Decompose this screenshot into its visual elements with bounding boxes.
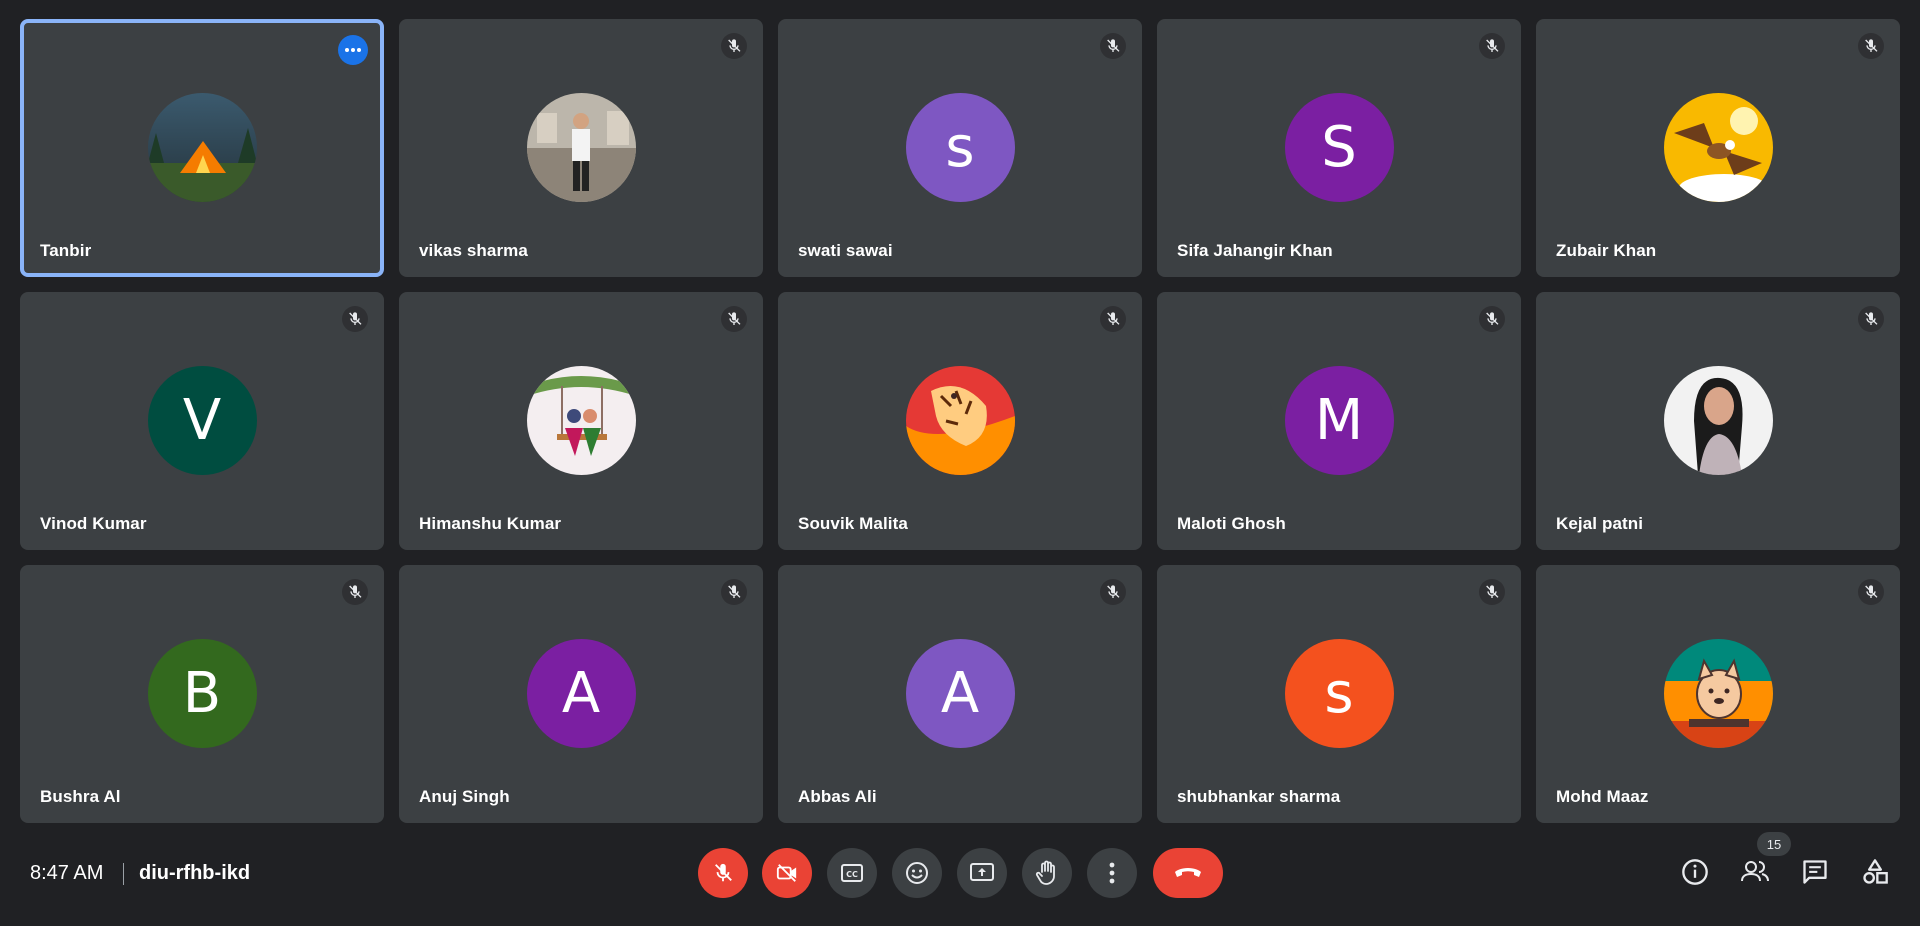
- participant-tile[interactable]: M Maloti Ghosh: [1157, 292, 1521, 550]
- participant-tile[interactable]: A Anuj Singh: [399, 565, 763, 823]
- muted-mic-icon: [1479, 306, 1505, 332]
- muted-mic-icon: [1100, 579, 1126, 605]
- muted-mic-icon: [1858, 33, 1884, 59]
- divider: [123, 863, 124, 885]
- muted-mic-icon: [721, 306, 747, 332]
- avatar: B: [147, 639, 257, 748]
- participant-name: Souvik Malita: [798, 514, 908, 533]
- people-button[interactable]: [1737, 854, 1773, 890]
- avatar-initial: S: [1321, 115, 1357, 180]
- people-icon: [1741, 861, 1769, 882]
- mic-toggle-button[interactable]: [698, 848, 748, 898]
- clock: 8:47 AM: [30, 862, 104, 884]
- participant-tile[interactable]: S Sifa Jahangir Khan: [1157, 19, 1521, 277]
- avatar-initial: s: [945, 115, 975, 180]
- chat-button[interactable]: [1797, 854, 1833, 890]
- muted-mic-icon: [721, 579, 747, 605]
- muted-mic-icon: [1100, 33, 1126, 59]
- avatar: M: [1284, 366, 1394, 475]
- camera-toggle-button[interactable]: [762, 848, 812, 898]
- chat-icon: [1803, 860, 1827, 884]
- avatar: s: [905, 93, 1015, 202]
- avatar: A: [526, 639, 636, 748]
- more-vert-icon: [1109, 862, 1115, 884]
- muted-mic-icon: [342, 306, 368, 332]
- muted-mic-icon: [1479, 33, 1505, 59]
- avatar: S: [1284, 93, 1394, 202]
- muted-mic-icon: [1858, 306, 1884, 332]
- participant-name: Mohd Maaz: [1556, 787, 1649, 806]
- participant-tile[interactable]: Himanshu Kumar: [399, 292, 763, 550]
- more-options-button[interactable]: [338, 35, 368, 65]
- svg-text:CC: CC: [846, 870, 858, 879]
- participant-name: Himanshu Kumar: [419, 514, 562, 533]
- meeting-code: diu-rfhb-ikd: [139, 862, 251, 884]
- participant-tile[interactable]: Kejal patni: [1536, 292, 1900, 550]
- hand-icon: [1035, 860, 1055, 885]
- participant-tile[interactable]: A Abbas Ali: [778, 565, 1142, 823]
- avatar: s: [1284, 639, 1394, 748]
- hang-up-icon: [1175, 868, 1201, 877]
- participant-name: Maloti Ghosh: [1177, 514, 1286, 533]
- avatar: V: [147, 366, 257, 475]
- participant-tile[interactable]: Zubair Khan: [1536, 19, 1900, 277]
- muted-mic-icon: [342, 579, 368, 605]
- avatar: [1663, 366, 1773, 475]
- avatar: [1663, 93, 1773, 202]
- avatar: [526, 366, 636, 475]
- participant-name: Anuj Singh: [419, 787, 510, 806]
- muted-mic-icon: [721, 33, 747, 59]
- muted-mic-icon: [1479, 579, 1505, 605]
- participant-name: Kejal patni: [1556, 514, 1644, 533]
- participant-name: Bushra Al: [40, 787, 121, 806]
- info-icon: [1682, 859, 1708, 885]
- activities-button[interactable]: [1857, 854, 1893, 890]
- participant-tile[interactable]: s swati sawai: [778, 19, 1142, 277]
- avatar-initial: M: [1314, 388, 1364, 453]
- participant-name: Abbas Ali: [798, 787, 877, 806]
- avatar: [526, 93, 636, 202]
- muted-mic-icon: [1858, 579, 1884, 605]
- present-icon: [970, 863, 994, 881]
- reactions-button[interactable]: [892, 848, 942, 898]
- meeting-details-button[interactable]: [1677, 854, 1713, 890]
- people-count-badge: 15: [1757, 832, 1791, 856]
- mic-off-icon: [715, 863, 732, 882]
- closed-captions-icon: CC: [841, 864, 863, 882]
- participant-name: Tanbir: [40, 241, 92, 260]
- more-options-button[interactable]: [1087, 848, 1137, 898]
- participant-name: shubhankar sharma: [1177, 787, 1341, 806]
- avatar-initial: s: [1324, 661, 1354, 726]
- participant-name: Sifa Jahangir Khan: [1177, 241, 1333, 260]
- participant-tile[interactable]: vikas sharma: [399, 19, 763, 277]
- avatar-initial: A: [940, 661, 980, 726]
- activities-icon: [1863, 859, 1888, 884]
- participant-tile[interactable]: Souvik Malita: [778, 292, 1142, 550]
- participant-tile[interactable]: B Bushra Al: [20, 565, 384, 823]
- participant-tile[interactable]: Mohd Maaz: [1536, 565, 1900, 823]
- camera-off-icon: [776, 864, 797, 882]
- participant-tile[interactable]: Tanbir: [20, 19, 384, 277]
- avatar: [905, 366, 1015, 475]
- avatar: A: [905, 639, 1015, 748]
- present-screen-button[interactable]: [957, 848, 1007, 898]
- muted-mic-icon: [1100, 306, 1126, 332]
- raise-hand-button[interactable]: [1022, 848, 1072, 898]
- avatar: [1663, 639, 1773, 748]
- avatar-initial: B: [182, 661, 222, 726]
- emoji-icon: [906, 862, 928, 884]
- participant-name: Vinod Kumar: [40, 514, 147, 533]
- participant-tile[interactable]: s shubhankar sharma: [1157, 565, 1521, 823]
- participant-tile[interactable]: V Vinod Kumar: [20, 292, 384, 550]
- meeting-controls-bar: 8:47 AM diu-rfhb-ikd CC 15: [0, 832, 1920, 912]
- avatar-initial: A: [561, 661, 601, 726]
- captions-button[interactable]: CC: [827, 848, 877, 898]
- avatar-initial: V: [182, 388, 222, 453]
- participant-name: swati sawai: [798, 241, 893, 260]
- participant-name: vikas sharma: [419, 241, 528, 260]
- leave-call-button[interactable]: [1153, 848, 1223, 898]
- participant-name: Zubair Khan: [1556, 241, 1657, 260]
- participant-grid: Tanbir vikas sharma s swati sawai S Sifa…: [20, 19, 1900, 823]
- avatar: [147, 93, 257, 202]
